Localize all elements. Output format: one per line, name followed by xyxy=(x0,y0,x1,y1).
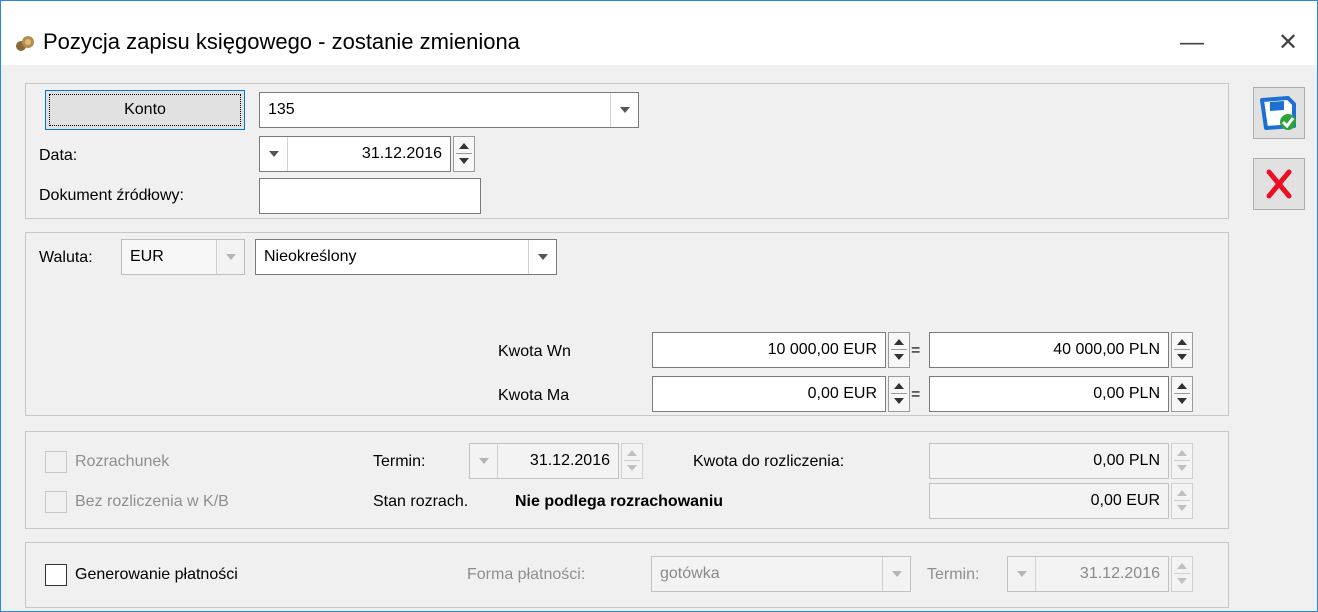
close-button[interactable]: ✕ xyxy=(1265,23,1311,63)
dokument-label: Dokument źródłowy: xyxy=(39,187,184,204)
termin-date-field[interactable]: 31.12.2016 xyxy=(469,443,619,479)
calendar-dropdown-icon[interactable] xyxy=(260,137,288,171)
kurs-value: Nieokreślony xyxy=(264,248,357,265)
konto-button[interactable]: Konto xyxy=(45,90,245,130)
chevron-down-icon[interactable] xyxy=(216,240,244,274)
waluta-label: Waluta: xyxy=(39,249,93,266)
kwota-ma-pln-spinner[interactable] xyxy=(1171,376,1193,412)
kwota-wn-label: Kwota Wn xyxy=(498,343,571,360)
data-spinner[interactable] xyxy=(453,136,475,172)
save-icon xyxy=(1260,96,1296,130)
window-title: Pozycja zapisu księgowego - zostanie zmi… xyxy=(43,29,520,54)
calendar-dropdown-icon[interactable] xyxy=(1008,557,1036,591)
waluta-combobox[interactable]: EUR xyxy=(121,239,245,275)
equals-sign: = xyxy=(911,342,921,359)
konto-button-label: Konto xyxy=(124,101,166,118)
payment-termin-spinner[interactable] xyxy=(1171,556,1193,592)
bez-rozliczenia-checkbox[interactable] xyxy=(45,491,67,513)
chevron-down-icon[interactable] xyxy=(528,240,556,274)
kwota-ma-eur-input[interactable]: 0,00 EUR xyxy=(652,376,886,412)
kurs-combobox[interactable]: Nieokreślony xyxy=(255,239,557,275)
kwota-pln-spinner[interactable] xyxy=(1171,443,1193,479)
rozrachunek-checkbox[interactable] xyxy=(45,451,67,473)
forma-platnosci-label: Forma płatności: xyxy=(467,566,586,583)
kwota-wn-eur-input[interactable]: 10 000,00 EUR xyxy=(652,332,886,368)
kwota-do-rozliczenia-pln[interactable]: 0,00 PLN xyxy=(929,443,1169,479)
rozrachunek-label: Rozrachunek xyxy=(75,453,170,470)
kwota-ma-eur-spinner[interactable] xyxy=(888,376,910,412)
title-bar: Pozycja zapisu księgowego - zostanie zmi… xyxy=(1,1,1317,65)
stan-value: Nie podlega rozrachowaniu xyxy=(515,493,724,510)
payment-termin-date-field[interactable]: 31.12.2016 xyxy=(1007,556,1169,592)
dokument-input[interactable] xyxy=(259,178,481,214)
kwota-wn-pln-spinner[interactable] xyxy=(1171,332,1193,368)
cancel-icon xyxy=(1266,169,1292,199)
stan-label: Stan rozrach. xyxy=(373,493,469,510)
payment-termin-value: 31.12.2016 xyxy=(1079,565,1160,582)
equals-sign: = xyxy=(911,386,921,403)
minimize-button[interactable]: — xyxy=(1169,23,1215,63)
calendar-dropdown-icon[interactable] xyxy=(470,444,498,478)
konto-value: 135 xyxy=(268,101,295,118)
data-date-field[interactable]: 31.12.2016 xyxy=(259,136,451,172)
bez-rozliczenia-label: Bez rozliczenia w K/B xyxy=(75,493,229,510)
waluta-value: EUR xyxy=(130,248,164,265)
konto-combobox[interactable]: 135 xyxy=(259,92,639,128)
generowanie-checkbox[interactable] xyxy=(45,564,67,586)
cancel-button[interactable] xyxy=(1253,158,1305,210)
kwota-wn-pln-input[interactable]: 40 000,00 PLN xyxy=(929,332,1169,368)
forma-platnosci-value: gotówka xyxy=(660,565,720,582)
kwota-eur-spinner[interactable] xyxy=(1171,483,1193,519)
kwota-ma-pln-input[interactable]: 0,00 PLN xyxy=(929,376,1169,412)
kwota-ma-label: Kwota Ma xyxy=(498,387,570,404)
termin-spinner[interactable] xyxy=(621,443,643,479)
save-button[interactable] xyxy=(1253,87,1305,139)
termin-value: 31.12.2016 xyxy=(529,452,610,469)
kwota-wn-eur-spinner[interactable] xyxy=(888,332,910,368)
dialog-window: Pozycja zapisu księgowego - zostanie zmi… xyxy=(0,0,1318,612)
app-icon xyxy=(16,36,34,51)
chevron-down-icon[interactable] xyxy=(882,557,910,591)
payment-termin-label: Termin: xyxy=(927,566,980,583)
data-value: 31.12.2016 xyxy=(361,145,442,162)
data-label: Data: xyxy=(39,147,78,164)
forma-platnosci-combobox[interactable]: gotówka xyxy=(651,556,911,592)
kwota-do-rozliczenia-eur[interactable]: 0,00 EUR xyxy=(929,483,1169,519)
chevron-down-icon[interactable] xyxy=(610,93,638,127)
generowanie-label: Generowanie płatności xyxy=(75,566,238,583)
termin-label: Termin: xyxy=(373,453,426,470)
kwota-do-rozliczenia-label: Kwota do rozliczenia: xyxy=(693,453,845,470)
